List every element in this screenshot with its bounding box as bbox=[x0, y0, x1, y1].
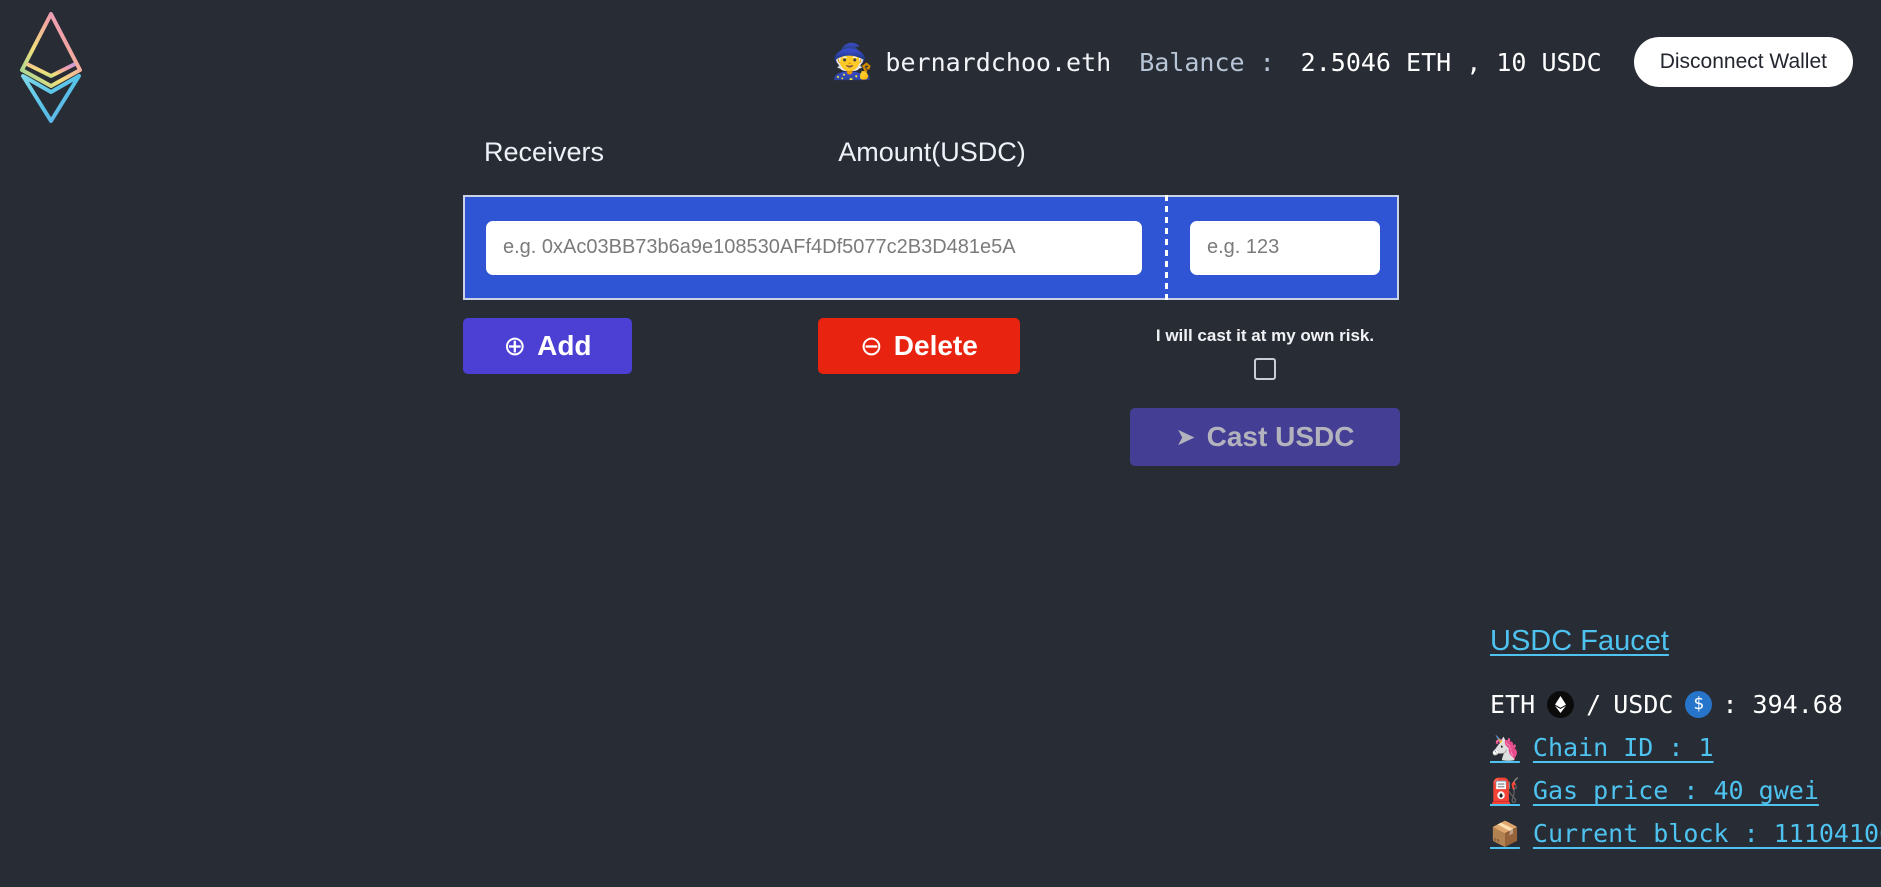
unicorn-icon: 🦄 bbox=[1490, 733, 1520, 762]
amount-column-label: Amount(USDC) bbox=[838, 137, 1026, 167]
ethereum-coin-icon bbox=[1547, 691, 1575, 718]
package-icon: 📦 bbox=[1490, 819, 1520, 848]
delete-button-label: Delete bbox=[893, 330, 978, 361]
cast-button-label: Cast USDC bbox=[1206, 421, 1355, 452]
gas-price-label: Gas price : 40 gwei bbox=[1532, 776, 1819, 805]
account-bar: 🧙 bernardchoo.eth Balance : 2.5046 ETH ,… bbox=[831, 32, 1853, 92]
usdc-coin-icon: $ bbox=[1685, 691, 1713, 718]
rate-value: : 394.68 bbox=[1722, 690, 1843, 719]
amount-input[interactable] bbox=[1190, 220, 1380, 275]
eth-usdc-rate: ETH / USDC $ : 394.68 bbox=[1490, 690, 1881, 719]
eth-label: ETH bbox=[1490, 690, 1536, 719]
risk-checkbox[interactable] bbox=[1254, 358, 1276, 380]
disconnect-wallet-button[interactable]: Disconnect Wallet bbox=[1633, 37, 1853, 87]
receiver-address-input[interactable] bbox=[486, 220, 1142, 275]
receiver-cell bbox=[465, 197, 1165, 298]
gas-price-row[interactable]: ⛽ Gas price : 40 gwei bbox=[1490, 776, 1881, 805]
column-headers: Receivers Amount(USDC) bbox=[463, 137, 1401, 177]
add-button-label: Add bbox=[537, 330, 592, 361]
risk-acknowledgement: I will cast it at my own risk. bbox=[1130, 326, 1400, 380]
ens-name: bernardchoo.eth bbox=[885, 47, 1112, 77]
risk-label: I will cast it at my own risk. bbox=[1155, 326, 1375, 345]
ethereum-logo bbox=[18, 8, 84, 126]
usdc-label: USDC bbox=[1613, 690, 1674, 719]
chain-id-row[interactable]: 🦄 Chain ID : 1 bbox=[1490, 733, 1881, 762]
send-arrow-icon: ➤ bbox=[1175, 423, 1196, 451]
network-info-block: USDC Faucet ETH / USDC $ : 394.68 🦄 Chain… bbox=[1490, 625, 1881, 848]
cast-usdc-button[interactable]: ➤ Cast USDC bbox=[1130, 408, 1400, 466]
receiver-row bbox=[463, 195, 1399, 300]
wizard-avatar-icon: 🧙 bbox=[831, 43, 874, 81]
current-block-row[interactable]: 📦 Current block : 11104106 bbox=[1490, 819, 1881, 848]
current-block-label: Current block : 11104106 bbox=[1532, 819, 1881, 848]
circle-minus-icon: ⊖ bbox=[860, 330, 883, 361]
rate-separator: / bbox=[1586, 690, 1602, 719]
ethereum-rainbow-icon bbox=[20, 12, 82, 123]
chain-id-label: Chain ID : 1 bbox=[1532, 733, 1714, 762]
balance-value: 2.5046 ETH , 10 USDC bbox=[1300, 47, 1602, 77]
balance-label: Balance : bbox=[1139, 47, 1275, 77]
add-row-button[interactable]: ⊕ Add bbox=[463, 318, 632, 374]
usdc-faucet-link[interactable]: USDC Faucet bbox=[1490, 625, 1669, 658]
circle-plus-icon: ⊕ bbox=[503, 330, 527, 361]
gas-pump-icon: ⛽ bbox=[1490, 776, 1520, 805]
delete-row-button[interactable]: ⊖ Delete bbox=[818, 318, 1020, 374]
amount-cell bbox=[1168, 197, 1397, 298]
